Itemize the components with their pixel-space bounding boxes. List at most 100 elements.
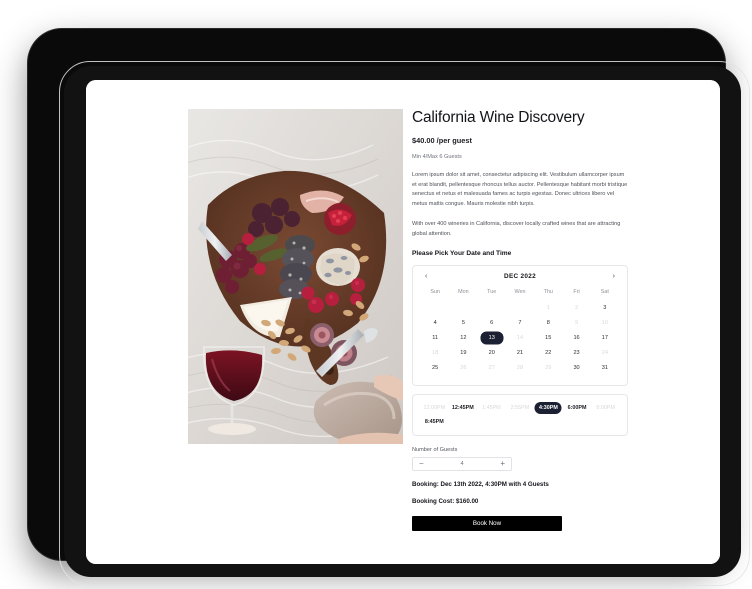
product-description-paragraph-1: Lorem ipsum dolor sit amet, consectetur … <box>412 171 628 208</box>
timeslot-600pm[interactable]: 6:00PM <box>563 401 592 415</box>
page-title: California Wine Discovery <box>412 109 585 126</box>
calendar-weekday-wen: Wen <box>514 288 526 295</box>
calendar-week-row: 1 2 3 <box>421 301 619 316</box>
calendar-week-row: 11 12 13 14 15 16 17 <box>421 331 619 346</box>
calendar-day-label: 1 <box>546 305 550 311</box>
calendar-day-6[interactable]: 6 <box>478 316 506 331</box>
guests-increment-button[interactable]: + <box>500 459 505 468</box>
calendar-day-25[interactable]: 25 <box>421 361 449 376</box>
calendar-day-label: 26 <box>460 365 467 371</box>
calendar-day-20[interactable]: 20 <box>478 346 506 361</box>
calendar-day-label: 16 <box>573 335 580 341</box>
calendar-day-label: 19 <box>460 350 467 356</box>
calendar-day-label: 29 <box>545 365 552 371</box>
calendar-day-4[interactable]: 4 <box>421 316 449 331</box>
booking-summary: Booking: Dec 13th 2022, 4:30PM with 4 Gu… <box>412 480 549 488</box>
calendar-day-label: 22 <box>545 350 552 356</box>
calendar-day-15[interactable]: 15 <box>534 331 562 346</box>
calendar-day-5[interactable]: 5 <box>449 316 477 331</box>
calendar-day-label: 28 <box>516 365 524 371</box>
product-detail-column: California Wine Discovery $40.00 /per gu… <box>412 109 628 531</box>
calendar-weekday-sat: Sat <box>600 288 609 295</box>
calendar-day-12[interactable]: 12 <box>449 331 477 346</box>
calendar-weekday-row: Sun Mon Tue Wen Thu Fri Sat <box>421 287 619 301</box>
timeslot-label: 8:00PM <box>596 404 615 411</box>
calendar-day-7[interactable]: 7 <box>506 316 534 331</box>
calendar-day-label: 5 <box>461 320 465 326</box>
calendar-prev-month-button[interactable]: ‹ <box>423 273 429 280</box>
calendar-day-13[interactable]: 13 <box>478 331 506 346</box>
calendar-day-empty <box>449 301 477 316</box>
calendar-day-label: 12 <box>460 335 467 341</box>
timeslot-1200pm: 12:00PM <box>420 401 449 415</box>
book-now-button[interactable]: Book Now <box>412 515 562 531</box>
calendar-day-label: 6 <box>490 320 494 326</box>
tablet-frame: California Wine Discovery $40.00 /per gu… <box>28 29 750 586</box>
product-photo <box>188 109 403 444</box>
timeslot-1245pm[interactable]: 12:45PM <box>449 401 478 415</box>
calendar-day-22[interactable]: 22 <box>534 346 562 361</box>
timeslot-430pm[interactable]: 4:30PM <box>534 401 563 415</box>
calendar-day-16[interactable]: 16 <box>562 331 590 346</box>
calendar-day-empty <box>478 301 506 316</box>
calendar-weekday-thu: Thu <box>543 288 553 295</box>
calendar-day-label: 15 <box>545 335 552 341</box>
timeslot-label: 6:00PM <box>567 404 587 411</box>
calendar-week-row: 4 5 6 7 8 9 10 <box>421 316 619 331</box>
timeslot-145pm: 1:45PM <box>477 401 506 415</box>
booking-cost: Booking Cost: $160.00 <box>412 497 479 505</box>
timeslot-label: 12:45PM <box>451 404 474 411</box>
calendar-day-empty <box>506 301 534 316</box>
calendar-day-30[interactable]: 30 <box>562 361 590 376</box>
guests-label: Number of Guests <box>412 446 458 453</box>
guests-decrement-button[interactable]: − <box>419 459 424 468</box>
calendar-day-11[interactable]: 11 <box>421 331 449 346</box>
calendar-day-14: 14 <box>506 331 534 346</box>
calendar-day-label: 24 <box>601 350 608 356</box>
calendar-next-month-button[interactable]: › <box>611 273 617 280</box>
calendar-weekday-sun: Sun <box>430 288 440 295</box>
calendar-day-label: 11 <box>432 335 439 341</box>
calendar-day-17[interactable]: 17 <box>591 331 619 346</box>
calendar-day-label: 30 <box>573 365 580 371</box>
booking-page: California Wine Discovery $40.00 /per gu… <box>86 80 720 564</box>
calendar-day-24: 24 <box>591 346 619 361</box>
calendar-day-label: 25 <box>432 365 439 371</box>
calendar-day-26: 26 <box>449 361 477 376</box>
calendar-day-label: 7 <box>518 320 522 326</box>
calendar-day-27: 27 <box>478 361 506 376</box>
calendar-day-31[interactable]: 31 <box>591 361 619 376</box>
guests-value: 4 <box>460 460 464 467</box>
calendar-header: ‹ DEC 2022 › <box>421 273 619 287</box>
calendar-day-label: 4 <box>433 320 437 326</box>
calendar-day-label: 8 <box>546 320 550 326</box>
calendar-day-label: 13 <box>488 335 495 341</box>
calendar-weekday-tue: Tue <box>487 288 497 295</box>
timeslot-picker: 12:00PM 12:45PM 1:45PM 2:55PM 4:30PM 6:00PM 8:… <box>412 393 628 436</box>
quantity-stepper: − 4 + <box>412 456 512 471</box>
calendar-day-label: 10 <box>601 320 608 326</box>
calendar-day-3[interactable]: 3 <box>591 301 619 316</box>
calendar-day-label: 18 <box>432 350 439 356</box>
calendar-day-23[interactable]: 23 <box>562 346 590 361</box>
calendar-day-2: 2 <box>562 301 590 316</box>
calendar-day-8[interactable]: 8 <box>534 316 562 331</box>
timeslot-label: 4:30PM <box>539 404 558 411</box>
product-description-paragraph-2: With over 400 wineries in California, di… <box>412 220 621 237</box>
tablet-screen: California Wine Discovery $40.00 /per gu… <box>86 80 720 564</box>
calendar-day-label: 31 <box>601 365 608 371</box>
calendar-widget: ‹ DEC 2022 › Sun Mon Tue Wen Thu Fri Sat 12345… <box>412 264 628 386</box>
calendar-weekday-mon: Mon <box>458 288 469 295</box>
timeslot-845pm[interactable]: 8:45PM <box>420 415 449 429</box>
calendar-day-label: 21 <box>516 350 524 356</box>
timeslot-800pm: 8:00PM <box>591 401 620 415</box>
timeslot-label: 8:45PM <box>424 418 444 425</box>
calendar-day-empty <box>421 301 449 316</box>
calendar-day-label: 3 <box>603 305 607 311</box>
timeslot-label: 2:55PM <box>510 404 530 411</box>
product-capacity: Min 4/Max 6 Guests <box>412 153 462 160</box>
timeslot-255pm: 2:55PM <box>506 401 535 415</box>
calendar-day-21[interactable]: 21 <box>506 346 534 361</box>
calendar-day-18: 18 <box>421 346 449 361</box>
calendar-day-19[interactable]: 19 <box>449 346 477 361</box>
